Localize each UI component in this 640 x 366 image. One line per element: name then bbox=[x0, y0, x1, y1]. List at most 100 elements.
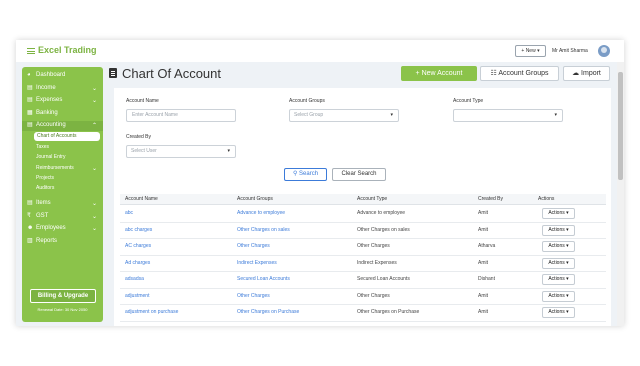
created-by-label: Created By bbox=[126, 134, 152, 140]
sidebar-subitem-journal-entry[interactable]: Journal Entry bbox=[22, 153, 103, 162]
sidebar-subitem-projects[interactable]: Projects bbox=[22, 174, 103, 183]
sidebar-subitem-label: Reimbursements bbox=[36, 165, 74, 171]
sidebar-item-gst[interactable]: ₹ GST ⌄ bbox=[22, 212, 103, 222]
sidebar-item-income[interactable]: ▤ Income ⌄ bbox=[22, 84, 103, 94]
document-icon bbox=[109, 68, 117, 78]
sidebar-subitem-label: Taxes bbox=[36, 144, 50, 150]
account-groups-value: Select Group bbox=[294, 112, 324, 118]
account-type: Other Charges on sales bbox=[357, 226, 410, 233]
created-by: Amit bbox=[478, 210, 488, 216]
items-icon: ▤ bbox=[27, 200, 33, 206]
billing-upgrade-button[interactable]: Billing & Upgrade bbox=[30, 289, 96, 303]
account-type-select[interactable]: ▾ bbox=[453, 109, 563, 122]
bank-icon: ▦ bbox=[27, 110, 33, 116]
account-name-link[interactable]: Ad charges bbox=[125, 260, 150, 266]
account-groups-label: Account Groups bbox=[289, 98, 325, 104]
app-window: Excel Trading + New ▾ Mr Amit Sharma ◕ D… bbox=[16, 40, 624, 326]
account-name-link[interactable]: abc charges bbox=[125, 227, 152, 233]
actions-dropdown[interactable]: Actions ▾ bbox=[542, 290, 575, 302]
sidebar-item-label: Income bbox=[36, 85, 56, 91]
actions-dropdown[interactable]: Actions ▾ bbox=[542, 307, 575, 318]
actions-dropdown[interactable]: Actions ▾ bbox=[542, 208, 575, 219]
account-group-link[interactable]: Other Charges on sales bbox=[237, 227, 290, 233]
table-row: Ad charges Indirect Expenses Indirect Ex… bbox=[120, 256, 606, 272]
account-group-link[interactable]: Advance to employee bbox=[237, 210, 285, 216]
created-by: Atharva bbox=[478, 243, 496, 249]
sidebar-item-dashboard[interactable]: ◕ Dashboard bbox=[22, 71, 103, 81]
actions-dropdown[interactable]: Actions ▾ bbox=[542, 224, 575, 236]
sidebar-item-label: Expenses bbox=[36, 97, 63, 103]
account-group-link[interactable]: Indirect Expenses bbox=[237, 260, 277, 266]
col-account-type[interactable]: Account Type bbox=[357, 194, 387, 205]
account-group-link[interactable]: Other Charges bbox=[237, 243, 270, 249]
page-title: Chart Of Account bbox=[122, 66, 221, 81]
account-name-input[interactable]: Enter Account Name bbox=[126, 109, 236, 122]
account-group-link[interactable]: Other Charges bbox=[237, 293, 270, 299]
col-account-groups[interactable]: Account Groups bbox=[237, 194, 273, 205]
user-name[interactable]: Mr Amit Sharma bbox=[552, 48, 588, 54]
new-account-button[interactable]: + New Account bbox=[401, 66, 477, 81]
chevron-down-icon: ⌄ bbox=[92, 214, 98, 220]
sidebar-subitem-reimbursements[interactable]: Reimbursements ⌄ bbox=[22, 164, 103, 173]
sidebar-item-reports[interactable]: ▥ Reports bbox=[22, 237, 103, 247]
scrollbar-thumb[interactable] bbox=[618, 72, 623, 180]
account-type: Other Charges bbox=[357, 292, 390, 299]
menu-icon[interactable] bbox=[27, 48, 35, 54]
income-icon: ▤ bbox=[27, 85, 33, 91]
chevron-down-icon: ⌄ bbox=[92, 166, 98, 172]
sidebar-item-items[interactable]: ▤ Items ⌄ bbox=[22, 199, 103, 209]
top-bar: Excel Trading + New ▾ Mr Amit Sharma bbox=[16, 40, 624, 62]
search-button[interactable]: ⚲ Search bbox=[284, 168, 327, 181]
account-type: Secured Loan Accounts bbox=[357, 276, 410, 282]
sidebar-item-employees[interactable]: ☻ Employees ⌄ bbox=[22, 224, 103, 234]
account-type-label: Account Type bbox=[453, 98, 484, 104]
chevron-down-icon: ⌄ bbox=[92, 226, 98, 232]
created-by-select[interactable]: Select User ▾ bbox=[126, 145, 236, 158]
account-name-link[interactable]: adjustment bbox=[125, 293, 149, 299]
account-group-link[interactable]: Secured Loan Accounts bbox=[237, 276, 290, 282]
rupee-icon: ₹ bbox=[27, 213, 31, 219]
avatar[interactable] bbox=[598, 45, 610, 57]
created-by-value: Select User bbox=[131, 148, 157, 154]
account-type: Other Charges on Purchase bbox=[357, 309, 420, 315]
sidebar-subitem-label: Chart of Accounts bbox=[37, 133, 77, 139]
brand-name: Excel Trading bbox=[38, 45, 97, 55]
sidebar-item-expenses[interactable]: ▤ Expenses ⌄ bbox=[22, 96, 103, 106]
import-button[interactable]: ☁ Import bbox=[563, 66, 610, 81]
sidebar-subitem-chart-of-accounts[interactable]: Chart of Accounts bbox=[34, 132, 100, 141]
table-row: adjustment Other Charges Other Charges A… bbox=[120, 289, 606, 305]
account-groups-button[interactable]: ☷ Account Groups bbox=[480, 66, 559, 81]
sidebar-item-label: Dashboard bbox=[36, 72, 66, 78]
sidebar-item-label: Banking bbox=[36, 110, 58, 116]
sidebar-subitem-taxes[interactable]: Taxes bbox=[22, 143, 103, 152]
actions-dropdown[interactable]: Actions ▾ bbox=[542, 241, 575, 252]
quick-new-button[interactable]: + New ▾ bbox=[515, 45, 546, 57]
account-groups-select[interactable]: Select Group ▾ bbox=[289, 109, 399, 122]
account-name-link[interactable]: AC charges bbox=[125, 243, 151, 249]
renewal-date: Renewal Date: 30 Nov 2050 bbox=[37, 307, 88, 312]
chevron-down-icon: ⌄ bbox=[92, 201, 98, 207]
actions-dropdown[interactable]: Actions ▾ bbox=[542, 257, 575, 269]
sidebar-subitem-auditors[interactable]: Auditors bbox=[22, 184, 103, 193]
col-created-by[interactable]: Created By bbox=[478, 194, 503, 205]
created-by: Amit bbox=[478, 226, 488, 233]
clear-search-button[interactable]: Clear Search bbox=[332, 168, 386, 181]
table-row: AC charges Other Charges Other Charges A… bbox=[120, 239, 606, 256]
account-name-label: Account Name bbox=[126, 98, 159, 104]
reports-icon: ▥ bbox=[27, 238, 33, 244]
account-name-link[interactable]: abc bbox=[125, 210, 133, 216]
col-account-name[interactable]: Account Name bbox=[125, 194, 158, 205]
sidebar-subitem-label: Projects bbox=[36, 175, 55, 181]
account-name-link[interactable]: adjustment on purchase bbox=[125, 309, 178, 315]
account-name-link[interactable]: adsadsa bbox=[125, 276, 144, 282]
actions-dropdown[interactable]: Actions ▾ bbox=[542, 274, 575, 285]
created-by: Amit bbox=[478, 292, 488, 299]
sidebar-item-label: Accounting bbox=[36, 122, 66, 128]
created-by: Dishant bbox=[478, 276, 495, 282]
chevron-down-icon: ⌄ bbox=[92, 86, 98, 92]
dashboard-icon: ◕ bbox=[27, 72, 31, 78]
sidebar-item-accounting[interactable]: ▤ Accounting ⌃ bbox=[22, 121, 103, 131]
caret-down-icon: ▾ bbox=[554, 112, 557, 118]
sidebar-item-banking[interactable]: ▦ Banking bbox=[22, 109, 103, 119]
account-group-link[interactable]: Other Charges on Purchase bbox=[237, 309, 299, 315]
